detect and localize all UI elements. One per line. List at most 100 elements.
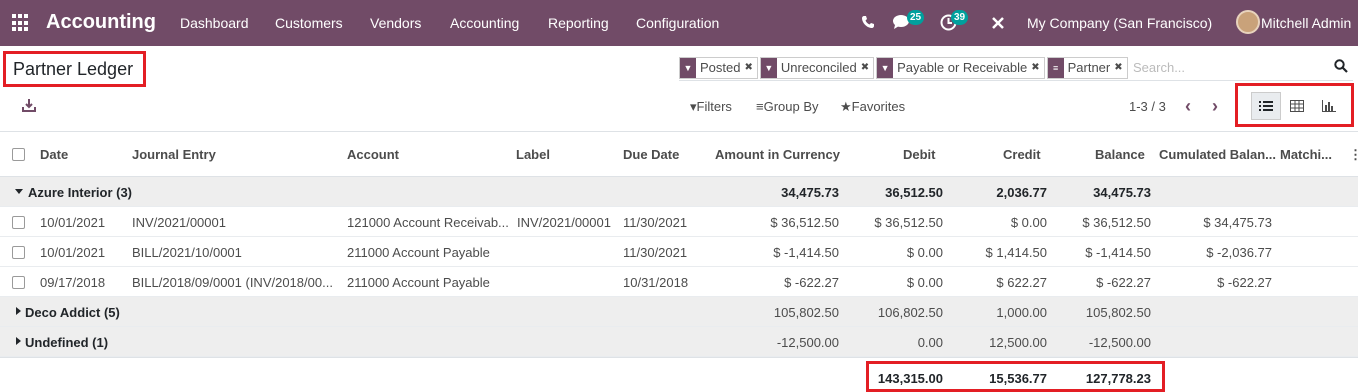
highlight-views-box [1235,83,1354,127]
select-all-checkbox[interactable] [12,148,25,161]
group-by-button[interactable]: ≡Group By [756,99,819,114]
col-due-date[interactable]: Due Date [623,147,679,162]
star-icon: ★ [840,99,852,114]
cell-debit: $ 0.00 [906,275,943,290]
filter-icon: ▼ [877,58,894,78]
apps-icon[interactable] [12,14,30,32]
group-credit: 1,000.00 [996,305,1047,320]
cell-date: 09/17/2018 [40,275,106,290]
col-amount-currency[interactable]: Amount in Currency [715,147,840,162]
user-menu[interactable]: Mitchell Admin [1261,15,1351,31]
cell-date: 10/01/2021 [40,215,106,230]
tools-icon[interactable] [991,16,1005,30]
highlight-totals-box [866,361,1165,392]
menu-reporting[interactable]: Reporting [548,15,609,31]
col-label[interactable]: Label [516,147,550,162]
col-date[interactable]: Date [40,147,68,162]
facet-label: Partner [1063,58,1115,78]
cell-due-date: 11/30/2021 [623,245,688,260]
top-navbar: Accounting Dashboard Customers Vendors A… [0,0,1358,46]
search-facets: ▼ Posted ✖ ▼ Unreconciled ✖ ▼ Payable or… [679,57,1130,79]
cell-debit: $ 36,512.50 [874,215,943,230]
col-matching[interactable]: Matchi... [1280,147,1332,162]
group-debit: 0.00 [917,335,943,350]
facet-posted[interactable]: ▼ Posted ✖ [679,57,758,79]
cell-due-date: 11/30/2021 [623,215,688,230]
app-brand[interactable]: Accounting [46,11,156,34]
download-icon[interactable] [22,98,36,112]
cell-debit: $ 0.00 [906,245,943,260]
cell-account: 211000 Account Payable [347,275,490,290]
cell-credit: $ 1,414.50 [985,245,1047,260]
cell-entry: BILL/2018/09/0001 (INV/2018/00... [132,275,333,290]
col-journal-entry[interactable]: Journal Entry [132,147,216,162]
group-debit: 36,512.50 [885,185,943,200]
avatar[interactable] [1236,10,1260,34]
filter-icon: ▼ [680,58,696,78]
group-balance: -12,500.00 [1088,335,1151,350]
table-header: Date Journal Entry Account Label Due Dat… [0,131,1358,177]
menu-dashboard[interactable]: Dashboard [180,15,249,31]
caret-right-icon [16,307,21,315]
remove-icon[interactable]: ✖ [1114,58,1127,78]
col-balance[interactable]: Balance [1095,147,1145,162]
menu-vendors[interactable]: Vendors [370,15,421,31]
table-row[interactable]: 10/01/2021 INV/2021/00001 121000 Account… [0,207,1358,237]
cell-label: INV/2021/00001 [517,215,611,230]
pager-next-icon[interactable]: › [1212,96,1218,117]
cell-balance: $ -622.27 [1096,275,1151,290]
col-cumulated-balance[interactable]: Cumulated Balan... [1159,147,1276,162]
remove-icon[interactable]: ✖ [860,58,874,78]
group-credit: 2,036.77 [996,185,1047,200]
favorites-label: Favorites [851,99,906,114]
highlight-title-box [3,51,146,87]
cell-credit: $ 0.00 [1010,215,1047,230]
pager-value[interactable]: 1-3 / 3 [1129,99,1166,114]
caret-right-icon [16,337,21,345]
column-options-icon[interactable]: ⋮ [1349,147,1358,163]
caret-down-icon [15,189,23,194]
cell-amount-currency: $ 36,512.50 [770,215,839,230]
cell-cumulated: $ -2,036.77 [1206,245,1272,260]
activities-badge: 39 [951,10,969,25]
col-debit[interactable]: Debit [903,147,936,162]
cell-amount-currency: $ -1,414.50 [773,245,839,260]
facet-label: Posted [696,58,745,78]
cell-entry: INV/2021/00001 [132,215,226,230]
group-row-undefined[interactable]: Undefined (1) -12,500.00 0.00 12,500.00 … [0,327,1358,357]
group-amount-currency: -12,500.00 [776,335,839,350]
group-row-deco-addict[interactable]: Deco Addict (5) 105,802.50 106,802.50 1,… [0,297,1358,327]
table-row[interactable]: 10/01/2021 BILL/2021/10/0001 211000 Acco… [0,237,1358,267]
group-balance: 34,475.73 [1093,185,1151,200]
favorites-button[interactable]: ★Favorites [840,99,905,115]
row-checkbox[interactable] [12,216,25,229]
group-amount-currency: 105,802.50 [773,305,839,320]
group-row-azure-interior[interactable]: Azure Interior (3) 34,475.73 36,512.50 2… [0,177,1358,207]
filters-label: Filters [696,99,732,114]
facet-partner[interactable]: ≡ Partner ✖ [1046,57,1128,79]
facet-payable-receivable[interactable]: ▼ Payable or Receivable ✖ [876,57,1045,79]
remove-icon[interactable]: ✖ [744,58,757,78]
group-by-label: Group By [763,99,819,114]
group-amount-currency: 34,475.73 [781,185,839,200]
table-row[interactable]: 09/17/2018 BILL/2018/09/0001 (INV/2018/0… [0,267,1358,297]
cell-balance: $ -1,414.50 [1085,245,1151,260]
remove-icon[interactable]: ✖ [1031,58,1044,78]
filters-button[interactable]: ▾Filters [690,99,732,115]
cell-cumulated: $ 34,475.73 [1203,215,1272,230]
search-icon[interactable] [1334,59,1348,73]
search-input[interactable]: Search... [1133,60,1185,75]
row-checkbox[interactable] [12,246,25,259]
group-icon: ≡ [756,99,764,114]
col-credit[interactable]: Credit [1003,147,1041,162]
row-checkbox[interactable] [12,276,25,289]
pager-previous-icon[interactable]: ‹ [1185,96,1191,117]
menu-accounting[interactable]: Accounting [450,15,519,31]
menu-configuration[interactable]: Configuration [636,15,719,31]
phone-icon[interactable] [861,15,875,29]
company-switcher[interactable]: My Company (San Francisco) [1027,15,1212,31]
facet-unreconciled[interactable]: ▼ Unreconciled ✖ [759,57,875,79]
messages-badge: 25 [907,10,925,25]
menu-customers[interactable]: Customers [275,15,343,31]
col-account[interactable]: Account [347,147,399,162]
